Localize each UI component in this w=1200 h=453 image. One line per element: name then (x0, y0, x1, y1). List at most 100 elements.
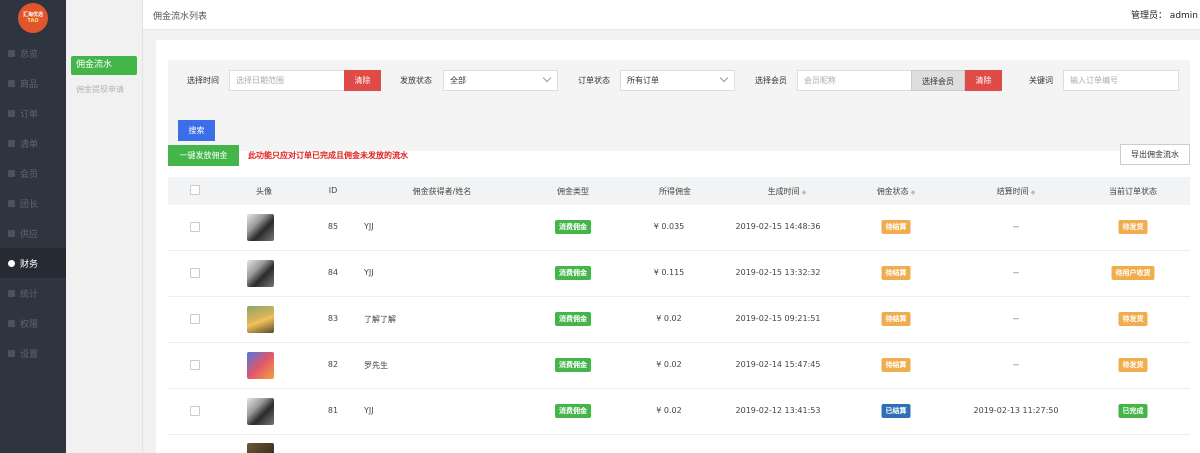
order-status-badge: 待发货 (1118, 220, 1148, 234)
clear-member-button[interactable]: 清除 (965, 70, 1002, 91)
table-row: 85 YJJ 消费佣金 ¥ 0.035 2019-02-15 14:48:36 待结算 --… (168, 205, 1190, 251)
subnav-item-withdraw-requests[interactable]: 佣金提现申请 (71, 80, 137, 99)
member-nickname-input[interactable]: 会员昵称 (797, 70, 912, 91)
menu-icon (8, 349, 15, 357)
avatar (247, 352, 274, 379)
batch-pay-commission-button[interactable]: 一键发放佣金 (168, 145, 239, 166)
sidebar-item-0[interactable]: 总览 (0, 38, 66, 68)
col-created[interactable]: 生成时间 ◆ (768, 186, 807, 197)
status-select-value: 全部 (450, 76, 466, 85)
sidebar-item-5[interactable]: 团长 (0, 188, 66, 218)
table-row: 81 YJJ 消费佣金 ¥ 0.02 2019-02-12 13:41:53 已结算 201… (168, 389, 1190, 435)
row-settled-time: -- (1013, 268, 1019, 277)
sidebar-item-3[interactable]: 清单 (0, 128, 66, 158)
sidebar-item-9[interactable]: 权限 (0, 308, 66, 338)
sidebar-item-4[interactable]: 会员 (0, 158, 66, 188)
menu-icon (8, 139, 15, 147)
sidebar-item-7[interactable]: 财务 (0, 248, 66, 278)
main-sidebar: 汇淘优选 TAO 总览商品订单清单 会员团长供应财务统计权限设置 (0, 0, 66, 453)
main-panel: 选择时间 选择日期范围 清除 发放状态 全部 订单状态 所有订单 选择会员 会员… (156, 40, 1200, 453)
row-settled-time: -- (1013, 314, 1019, 323)
row-owner-name: 罗先生 (364, 361, 388, 370)
export-commission-button[interactable]: 导出佣金流水 (1120, 144, 1190, 165)
sidebar-item-label: 统计 (20, 289, 39, 300)
sidebar-item-label: 订单 (20, 109, 39, 120)
sidebar-item-label: 商品 (20, 79, 39, 90)
date-range-input[interactable]: 选择日期范围 (229, 70, 345, 91)
sidebar-item-label: 设置 (20, 349, 39, 360)
row-id: 83 (327, 314, 339, 323)
order-status-badge: 待发货 (1118, 358, 1148, 372)
row-settled-time: 2019-02-13 11:27:50 (973, 406, 1059, 415)
table-header: 头像 ID 佣金获得者/姓名 佣金类型 所得佣金 生成时间 ◆ 佣金状态 ◆ 结算时… (168, 177, 1190, 205)
commission-status-badge: 待结算 (881, 220, 911, 234)
sidebar-item-1[interactable]: 商品 (0, 68, 66, 98)
row-created-time: 2019-02-15 09:21:51 (735, 314, 821, 323)
menu-icon (8, 259, 15, 267)
avatar (247, 306, 274, 333)
row-checkbox[interactable] (190, 222, 200, 232)
select-all-checkbox[interactable] (190, 185, 200, 195)
row-settled-time: -- (1013, 222, 1019, 231)
row-amount: ¥ 0.02 (656, 360, 682, 369)
sidebar-item-label: 团长 (20, 199, 39, 210)
page-title: 佣金流水列表 (153, 12, 208, 22)
logo-area: 汇淘优选 TAO (0, 0, 66, 36)
order-status-select[interactable]: 所有订单 (620, 70, 735, 91)
table-row: 84 YJJ 消费佣金 ¥ 0.115 2019-02-15 13:32:32 待结算 --… (168, 251, 1190, 297)
row-created-time: 2019-02-12 13:41:53 (735, 406, 821, 415)
sidebar-item-label: 总览 (20, 49, 39, 60)
clear-date-button[interactable]: 清除 (344, 70, 381, 91)
status-select[interactable]: 全部 (443, 70, 558, 91)
logo[interactable]: 汇淘优选 TAO (18, 3, 48, 33)
commission-type-badge: 消费佣金 (555, 358, 591, 372)
table-row-partial (247, 443, 274, 453)
keyword-input[interactable]: 输入订单编号 (1063, 70, 1179, 91)
col-owner: 佣金获得者/姓名 (412, 187, 472, 196)
row-checkbox[interactable] (190, 360, 200, 370)
col-id: ID (328, 186, 338, 195)
sidebar-item-label: 权限 (20, 319, 39, 330)
commission-type-badge: 消费佣金 (555, 312, 591, 326)
search-button[interactable]: 搜索 (178, 120, 215, 141)
batch-warning: 此功能只应对订单已完成且佣金未发放的流水 (248, 151, 408, 160)
commission-status-badge: 待结算 (881, 358, 911, 372)
commission-type-badge: 消费佣金 (555, 220, 591, 234)
sidebar-item-8[interactable]: 统计 (0, 278, 66, 308)
subnav-item-commission-flow[interactable]: 佣金流水 (71, 56, 137, 75)
admin-user[interactable]: 管理员： admin (1131, 8, 1198, 21)
time-label: 选择时间 (187, 76, 219, 85)
commission-status-badge: 待结算 (881, 266, 911, 280)
row-amount: ¥ 0.02 (656, 406, 682, 415)
row-checkbox[interactable] (190, 406, 200, 416)
row-checkbox[interactable] (190, 268, 200, 278)
avatar (247, 214, 274, 241)
logo-subtext: TAO (27, 18, 39, 24)
table-row: 83 了解了解 消费佣金 ¥ 0.02 2019-02-15 09:21:51 待结算 --… (168, 297, 1190, 343)
status-label: 发放状态 (400, 76, 432, 85)
sidebar-item-2[interactable]: 订单 (0, 98, 66, 128)
row-settled-time: -- (1013, 360, 1019, 369)
order-status-badge: 待用户收货 (1111, 266, 1155, 280)
col-status[interactable]: 佣金状态 ◆ (877, 186, 916, 197)
sidebar-item-10[interactable]: 设置 (0, 338, 66, 368)
chevron-down-icon (719, 73, 729, 83)
sidebar-item-6[interactable]: 供应 (0, 218, 66, 248)
sidebar-item-label: 财务 (20, 259, 39, 270)
col-settled[interactable]: 结算时间 ◆ (997, 186, 1036, 197)
col-status-label: 佣金状态 (876, 187, 909, 196)
col-amount: 所得佣金 (659, 187, 691, 196)
order-status-value: 所有订单 (627, 76, 659, 85)
avatar (247, 260, 274, 287)
row-checkbox[interactable] (190, 314, 200, 324)
sort-icon: ◆ (801, 189, 807, 196)
commission-type-badge: 消费佣金 (555, 266, 591, 280)
filter-panel: 选择时间 选择日期范围 清除 发放状态 全部 订单状态 所有订单 选择会员 会员… (168, 60, 1190, 151)
member-label: 选择会员 (755, 76, 787, 85)
row-owner-name: YJJ (364, 268, 374, 277)
row-amount: ¥ 0.02 (656, 314, 682, 323)
select-member-button[interactable]: 选择会员 (911, 70, 965, 91)
sort-icon: ◆ (1030, 189, 1036, 196)
commission-status-badge: 待结算 (881, 312, 911, 326)
col-settled-label: 结算时间 (996, 187, 1029, 196)
